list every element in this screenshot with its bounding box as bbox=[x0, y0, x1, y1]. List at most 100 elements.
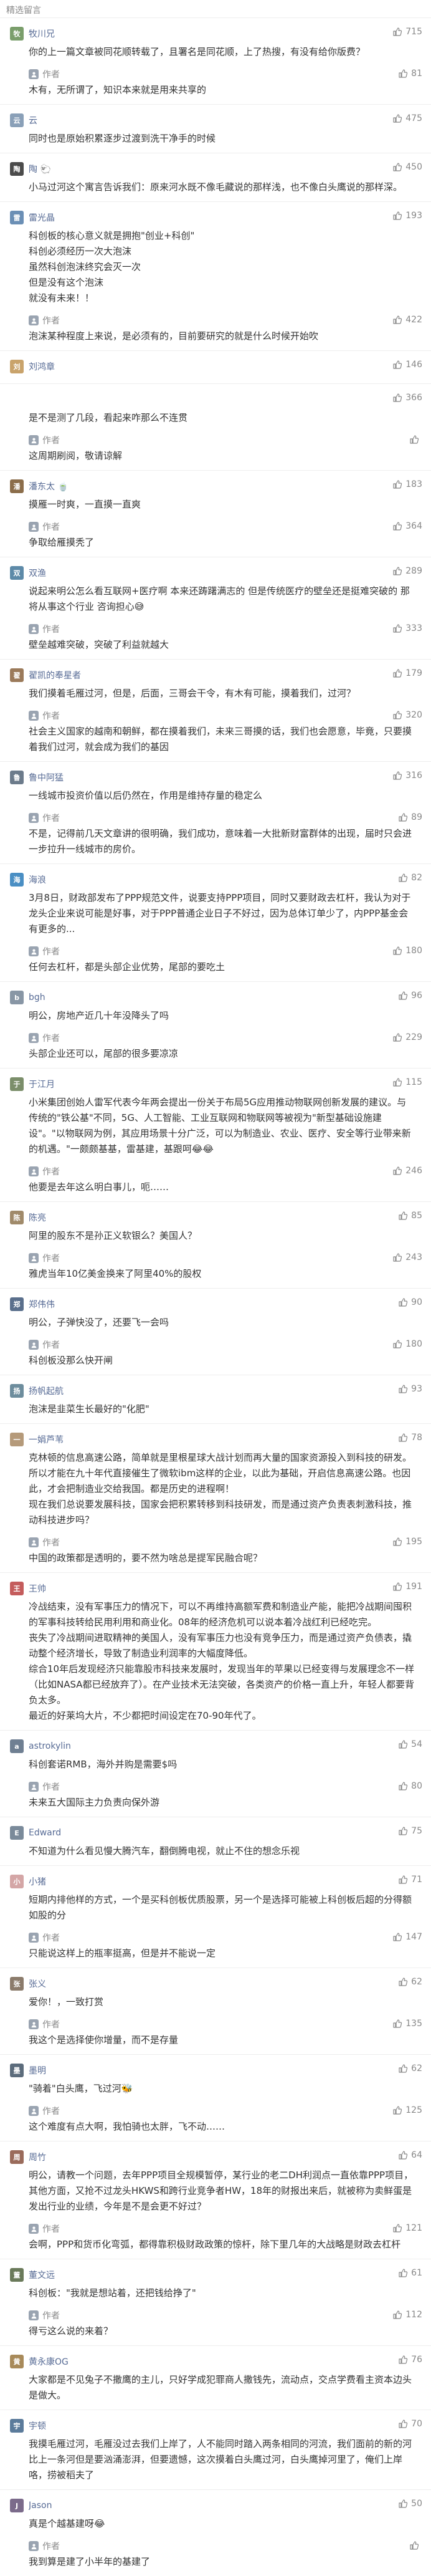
commenter-name[interactable]: Edward bbox=[29, 1828, 61, 1838]
avatar[interactable]: 双 bbox=[10, 566, 24, 580]
commenter-name[interactable]: 牧川兄 bbox=[29, 27, 55, 40]
commenter-name[interactable]: 于江月 bbox=[29, 1078, 55, 1090]
commenter-name[interactable]: 陈亮 bbox=[29, 1211, 46, 1224]
reply-like-button[interactable]: 81 bbox=[398, 69, 422, 79]
like-button[interactable]: 61 bbox=[398, 2268, 422, 2278]
avatar[interactable]: 牧 bbox=[10, 27, 24, 41]
reply-like-button[interactable]: 229 bbox=[392, 1032, 422, 1042]
reply-like-button[interactable]: 422 bbox=[392, 315, 422, 325]
like-button[interactable]: 85 bbox=[398, 1211, 422, 1221]
like-button[interactable]: 179 bbox=[392, 668, 422, 678]
like-button[interactable]: 62 bbox=[398, 1977, 422, 1987]
like-button[interactable]: 115 bbox=[392, 1077, 422, 1087]
commenter-name[interactable]: 周竹 bbox=[29, 2151, 46, 2163]
commenter-name[interactable]: bgh bbox=[29, 992, 45, 1002]
commenter-name[interactable]: 郑伟伟 bbox=[29, 1298, 55, 1310]
like-button[interactable]: 289 bbox=[392, 566, 422, 576]
reply-like-button[interactable]: 125 bbox=[392, 2105, 422, 2115]
avatar[interactable]: 陈 bbox=[10, 1211, 24, 1224]
like-button[interactable]: 54 bbox=[398, 1739, 422, 1749]
reply-like-button[interactable]: 180 bbox=[392, 1339, 422, 1349]
avatar[interactable]: 雷 bbox=[10, 211, 24, 224]
like-button[interactable]: 93 bbox=[398, 1384, 422, 1394]
like-button[interactable]: 78 bbox=[398, 1433, 422, 1443]
reply-like-button[interactable]: 135 bbox=[392, 2019, 422, 2029]
like-button[interactable]: 64 bbox=[398, 2150, 422, 2160]
avatar[interactable]: a bbox=[10, 1739, 24, 1753]
commenter-name[interactable]: 墨明 bbox=[29, 2064, 46, 2077]
commenter-name[interactable]: 鲁中阿猛 bbox=[29, 771, 64, 784]
avatar[interactable]: 翟 bbox=[10, 668, 24, 682]
commenter-name[interactable]: Jason bbox=[29, 2501, 52, 2511]
like-button[interactable]: 183 bbox=[392, 479, 422, 489]
avatar[interactable]: 一 bbox=[10, 1433, 24, 1446]
avatar[interactable]: b bbox=[10, 991, 24, 1004]
avatar[interactable]: 刘 bbox=[10, 360, 24, 373]
like-button[interactable]: 76 bbox=[398, 2355, 422, 2365]
like-button[interactable]: 316 bbox=[392, 771, 422, 781]
like-button[interactable]: 75 bbox=[398, 1826, 422, 1836]
like-button[interactable]: 450 bbox=[392, 162, 422, 172]
commenter-name[interactable]: 扬帆起航 bbox=[29, 1385, 64, 1397]
reply-like-button[interactable]: 246 bbox=[392, 1166, 422, 1176]
commenter-name[interactable]: 黄永康OG bbox=[29, 2355, 69, 2368]
like-button[interactable]: 146 bbox=[392, 360, 422, 370]
commenter-name[interactable]: 海浪 bbox=[29, 873, 46, 886]
avatar[interactable]: E bbox=[10, 1826, 24, 1840]
like-button[interactable]: 50 bbox=[398, 2499, 422, 2509]
commenter-name[interactable]: 宇顿 bbox=[29, 2420, 46, 2432]
like-button[interactable]: 62 bbox=[398, 2064, 422, 2074]
reply-like-button[interactable]: 333 bbox=[392, 623, 422, 633]
avatar[interactable]: 于 bbox=[10, 1077, 24, 1091]
commenter-name[interactable]: 陶 🐑 bbox=[29, 163, 51, 175]
avatar[interactable]: 董 bbox=[10, 2268, 24, 2282]
like-button[interactable]: 96 bbox=[398, 991, 422, 1001]
avatar[interactable]: 宇 bbox=[10, 2419, 24, 2433]
reply-like-button[interactable]: 89 bbox=[398, 812, 422, 822]
commenter-name[interactable]: 双渔 bbox=[29, 567, 46, 579]
like-button[interactable]: 193 bbox=[392, 211, 422, 221]
like-button[interactable]: 90 bbox=[398, 1297, 422, 1307]
avatar[interactable]: 王 bbox=[10, 1582, 24, 1595]
like-button[interactable]: 70 bbox=[398, 2419, 422, 2429]
avatar[interactable]: 小 bbox=[10, 1875, 24, 1888]
reply-like-button[interactable] bbox=[409, 2540, 422, 2550]
avatar[interactable] bbox=[10, 393, 24, 406]
commenter-name[interactable]: 张义 bbox=[29, 1978, 46, 1990]
reply-like-button[interactable]: 195 bbox=[392, 1537, 422, 1547]
commenter-name[interactable]: 雷光晶 bbox=[29, 211, 55, 224]
like-button[interactable]: 715 bbox=[392, 27, 422, 37]
like-button[interactable]: 475 bbox=[392, 113, 422, 123]
commenter-name[interactable]: 小猪 bbox=[29, 1875, 46, 1888]
avatar[interactable]: 黄 bbox=[10, 2355, 24, 2368]
reply-like-button[interactable] bbox=[409, 435, 422, 445]
avatar[interactable]: 郑 bbox=[10, 1297, 24, 1311]
like-button[interactable]: 366 bbox=[392, 393, 422, 403]
avatar[interactable]: 云 bbox=[10, 113, 24, 127]
avatar[interactable]: 潘 bbox=[10, 479, 24, 493]
avatar[interactable]: 墨 bbox=[10, 2064, 24, 2077]
commenter-name[interactable]: 刘鸿章 bbox=[29, 360, 55, 373]
avatar[interactable]: 张 bbox=[10, 1977, 24, 1991]
reply-like-button[interactable]: 243 bbox=[392, 1252, 422, 1262]
like-button[interactable]: 82 bbox=[398, 873, 422, 883]
commenter-name[interactable]: 翟凯的奉星者 bbox=[29, 669, 81, 681]
commenter-name[interactable]: 王帅 bbox=[29, 1582, 46, 1595]
avatar[interactable]: J bbox=[10, 2499, 24, 2512]
reply-like-button[interactable]: 364 bbox=[392, 521, 422, 531]
commenter-name[interactable]: 潘东太 🍵 bbox=[29, 480, 69, 493]
reply-like-button[interactable]: 147 bbox=[392, 1932, 422, 1942]
commenter-name[interactable]: astrokylin bbox=[29, 1741, 71, 1751]
commenter-name[interactable]: 云 bbox=[29, 114, 37, 127]
reply-like-button[interactable]: 121 bbox=[392, 2223, 422, 2233]
avatar[interactable]: 海 bbox=[10, 873, 24, 887]
commenter-name[interactable]: 董文远 bbox=[29, 2269, 55, 2281]
like-button[interactable]: 71 bbox=[398, 1875, 422, 1885]
like-button[interactable]: 191 bbox=[392, 1582, 422, 1592]
reply-like-button[interactable]: 80 bbox=[398, 1781, 422, 1791]
commenter-name[interactable]: 一娟芦苇 bbox=[29, 1433, 64, 1446]
reply-like-button[interactable]: 112 bbox=[392, 2310, 422, 2320]
reply-like-button[interactable]: 320 bbox=[392, 710, 422, 720]
avatar[interactable]: 鲁 bbox=[10, 771, 24, 784]
reply-like-button[interactable]: 180 bbox=[392, 946, 422, 956]
